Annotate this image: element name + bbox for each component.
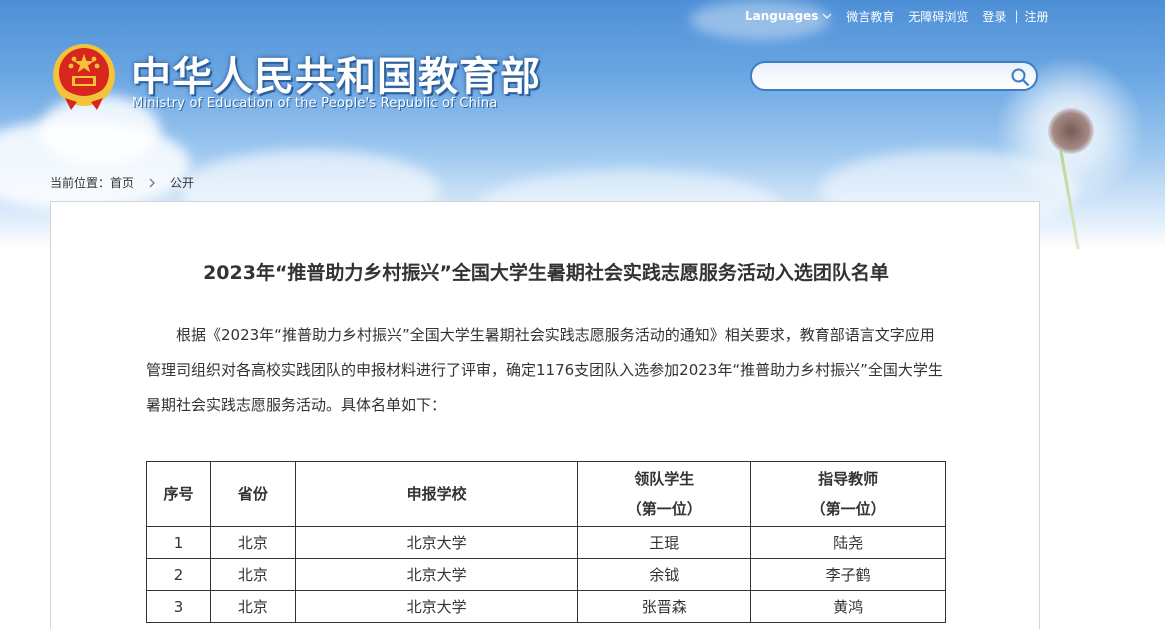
- table-header-row: 序号 省份 申报学校 领队学生 （第一位） 指导教师 （第一位）: [146, 461, 946, 527]
- languages-dropdown[interactable]: Languages: [745, 9, 832, 23]
- cell-province: 北京: [209, 526, 296, 559]
- cell-school: 北京大学: [294, 526, 579, 559]
- header-leader: 领队学生 （第一位）: [577, 461, 752, 527]
- header-province: 省份: [209, 461, 296, 527]
- top-links-bar: Languages 微言教育 无障碍浏览 登录 | 注册: [745, 8, 1063, 24]
- cell-leader: 余钺: [577, 558, 752, 591]
- search-icon[interactable]: [1010, 67, 1030, 87]
- article-paragraph: 根据《2023年“推普助力乡村振兴”全国大学生暑期社会实践志愿服务活动的通知》相…: [146, 326, 943, 414]
- article-title: 2023年“推普助力乡村振兴”全国大学生暑期社会实践志愿服务活动入选团队名单: [203, 262, 889, 284]
- team-list-table: 序号 省份 申报学校 领队学生 （第一位） 指导教师 （第一位） 1 北京 北京…: [146, 461, 946, 623]
- chevron-down-icon: [822, 13, 832, 19]
- table-row: 2 北京 北京大学 余钺 李子鹤: [146, 558, 946, 591]
- cell-no: 1: [146, 526, 211, 559]
- cell-school: 北京大学: [294, 558, 579, 591]
- cell-no: 3: [146, 590, 211, 623]
- cell-leader: 王琨: [577, 526, 752, 559]
- site-subtitle: Ministry of Education of the People's Re…: [132, 96, 498, 111]
- cell-teacher: 黄鸿: [750, 590, 946, 623]
- header-teacher: 指导教师 （第一位）: [750, 461, 946, 527]
- breadcrumb-label: 当前位置：: [50, 176, 111, 190]
- languages-label: Languages: [745, 9, 819, 23]
- search-input[interactable]: [750, 61, 1038, 91]
- cell-teacher: 陆尧: [750, 526, 946, 559]
- cell-province: 北京: [209, 590, 296, 623]
- breadcrumb: 当前位置： 首页 公开: [50, 174, 194, 191]
- cell-teacher: 李子鹤: [750, 558, 946, 591]
- cell-province: 北京: [209, 558, 296, 591]
- weibo-link[interactable]: 微言教育: [846, 8, 894, 25]
- cell-leader: 张晋森: [577, 590, 752, 623]
- table-row: 3 北京 北京大学 张晋森 黄鸿: [146, 590, 946, 623]
- header-school: 申报学校: [294, 461, 579, 527]
- accessible-browse-link[interactable]: 无障碍浏览: [908, 8, 968, 25]
- cell-school: 北京大学: [294, 590, 579, 623]
- national-emblem-icon: [53, 44, 115, 110]
- breadcrumb-current-link[interactable]: 公开: [170, 174, 194, 191]
- breadcrumb-home-link[interactable]: 首页: [110, 174, 134, 191]
- header-no: 序号: [146, 461, 211, 527]
- register-link[interactable]: 注册: [1024, 8, 1048, 25]
- table-row: 1 北京 北京大学 王琨 陆尧: [146, 526, 946, 559]
- cell-no: 2: [146, 558, 211, 591]
- link-separator: |: [1014, 9, 1019, 23]
- login-link[interactable]: 登录: [982, 8, 1006, 25]
- chevron-right-icon: [149, 178, 155, 187]
- site-title[interactable]: 中华人民共和国教育部: [131, 44, 541, 102]
- article-panel: 2023年“推普助力乡村振兴”全国大学生暑期社会实践志愿服务活动入选团队名单 根…: [50, 201, 1040, 629]
